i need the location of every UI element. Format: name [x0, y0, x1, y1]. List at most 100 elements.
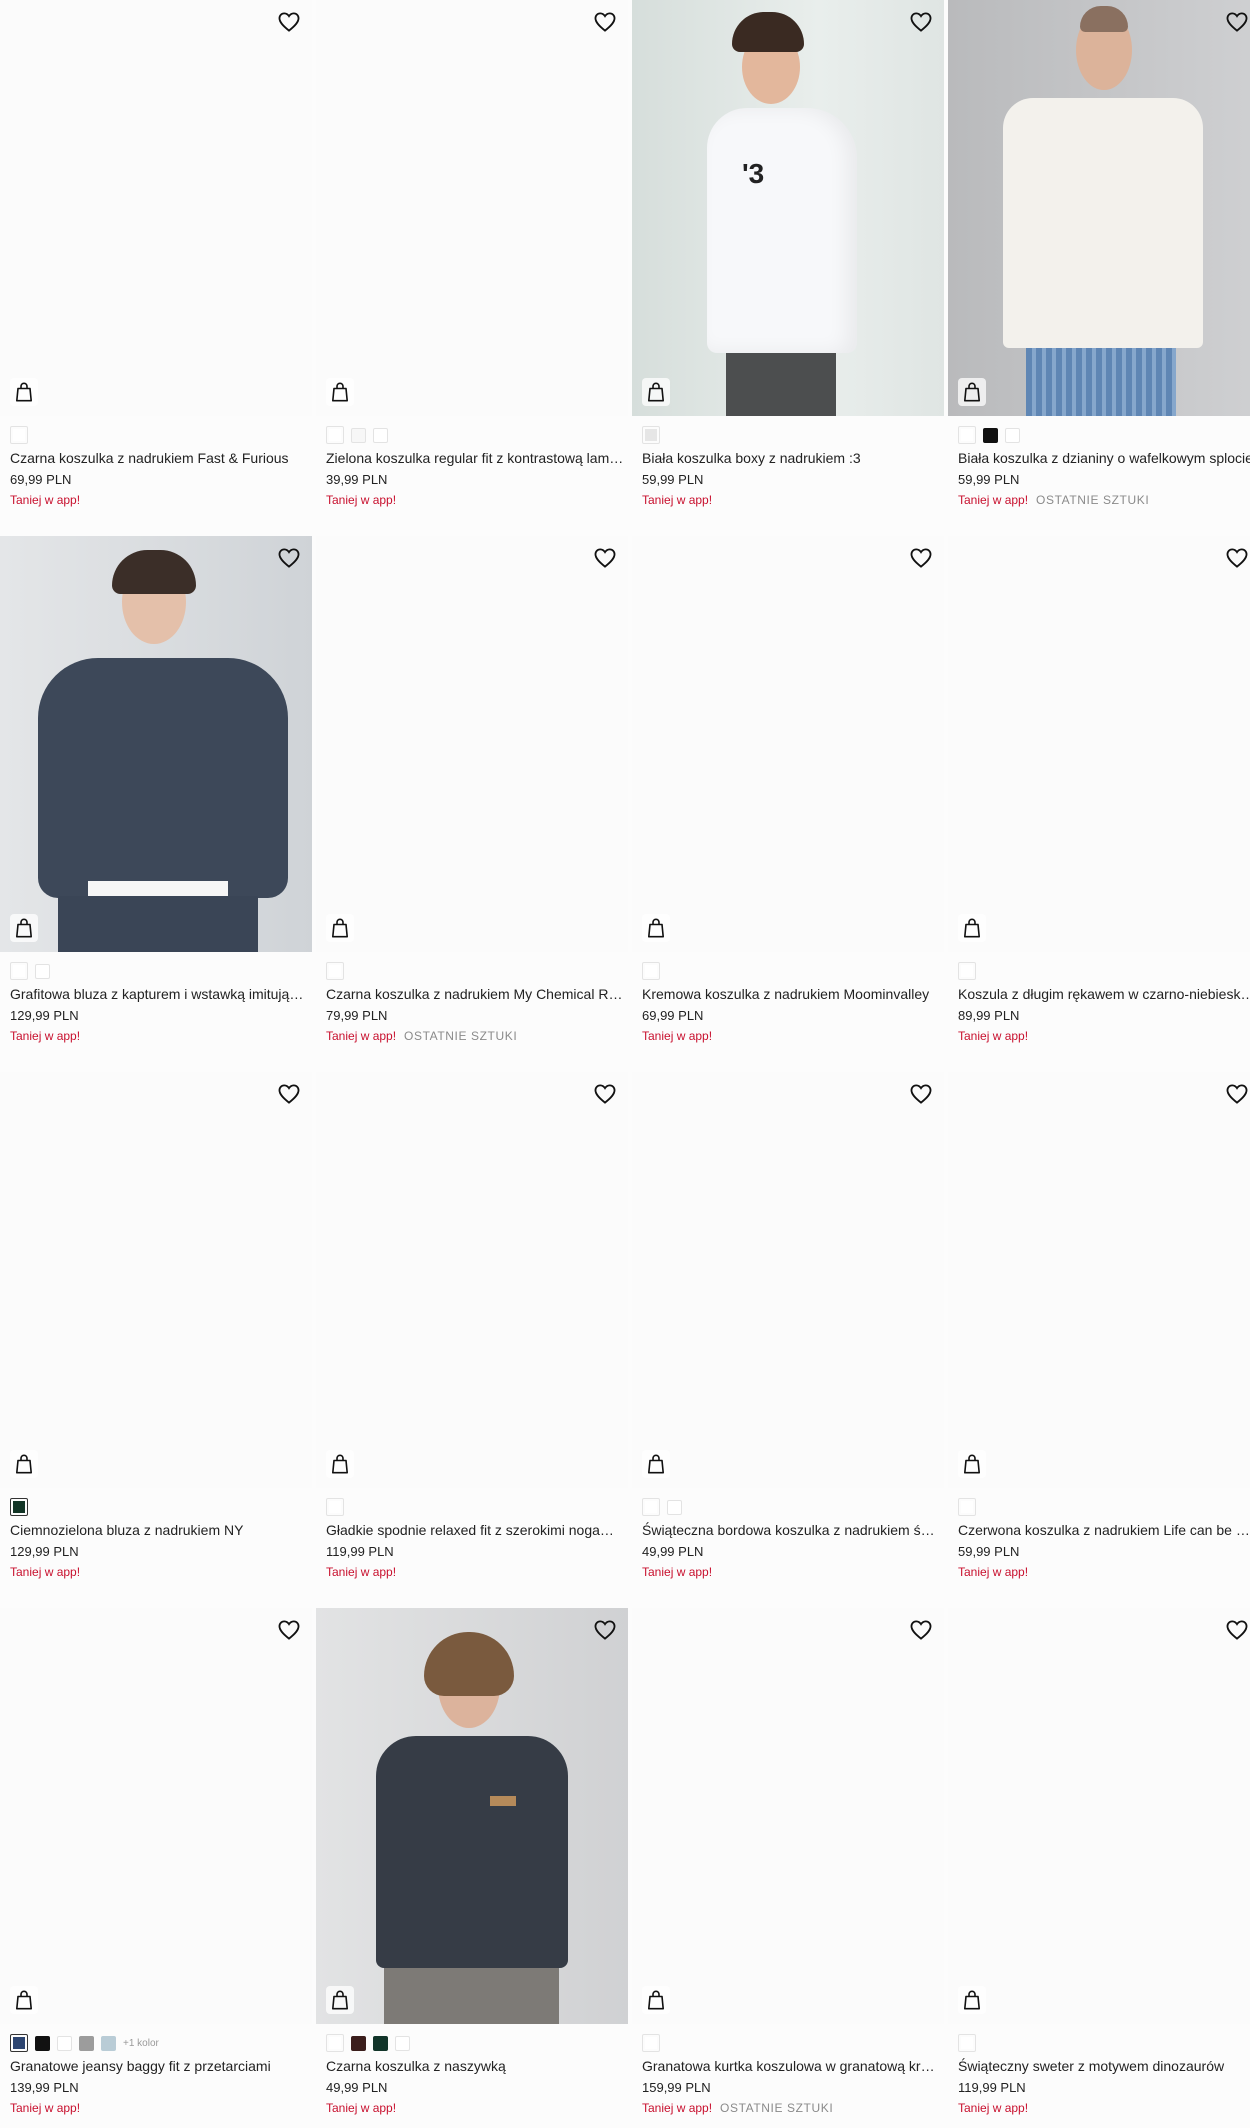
color-swatch[interactable]: [642, 962, 660, 980]
color-swatch[interactable]: [79, 2035, 94, 2051]
product-name[interactable]: Czarna koszulka z nadrukiem My Chemical …: [326, 985, 624, 1003]
product-card[interactable]: Koszula z długim rękawem w czarno-niebie…: [948, 536, 1250, 1072]
shopping-bag-icon[interactable]: [10, 1986, 38, 2014]
color-swatch[interactable]: [373, 2035, 388, 2051]
product-card[interactable]: '3 Biała koszulka boxy z nadrukiem :3 59…: [632, 0, 944, 536]
product-name[interactable]: Czerwona koszulka z nadrukiem Life can b…: [958, 1521, 1250, 1539]
product-card[interactable]: Gładkie spodnie relaxed fit z szerokimi …: [316, 1072, 628, 1608]
product-image[interactable]: [948, 1608, 1250, 2024]
shopping-bag-icon[interactable]: [958, 914, 986, 942]
product-image[interactable]: [632, 1608, 944, 2024]
product-card[interactable]: Czarna koszulka z nadrukiem Fast & Furio…: [0, 0, 312, 536]
product-image[interactable]: [0, 1608, 312, 2024]
shopping-bag-icon[interactable]: [642, 914, 670, 942]
color-swatch[interactable]: [642, 1498, 660, 1516]
product-image[interactable]: [632, 1072, 944, 1488]
product-image[interactable]: [316, 0, 628, 416]
color-swatch[interactable]: [958, 962, 976, 980]
color-swatch[interactable]: [10, 2034, 28, 2052]
product-card[interactable]: Kremowa koszulka z nadrukiem Moominvalle…: [632, 536, 944, 1072]
color-swatch[interactable]: [373, 427, 388, 443]
color-swatch[interactable]: [1005, 427, 1020, 443]
heart-icon[interactable]: [594, 1620, 616, 1640]
product-name[interactable]: Biała koszulka z dzianiny o wafelkowym s…: [958, 449, 1250, 467]
shopping-bag-icon[interactable]: [326, 1986, 354, 2014]
color-swatch[interactable]: [101, 2035, 116, 2051]
shopping-bag-icon[interactable]: [10, 378, 38, 406]
shopping-bag-icon[interactable]: [10, 914, 38, 942]
color-swatch[interactable]: [642, 2034, 660, 2052]
heart-icon[interactable]: [910, 1084, 932, 1104]
product-image[interactable]: [0, 1072, 312, 1488]
shopping-bag-icon[interactable]: [958, 1450, 986, 1478]
product-card[interactable]: Grafitowa bluza z kapturem i wstawką imi…: [0, 536, 312, 1072]
heart-icon[interactable]: [1226, 1620, 1248, 1640]
product-card[interactable]: Ciemnozielona bluza z nadrukiem NY 129,9…: [0, 1072, 312, 1608]
color-swatch[interactable]: [326, 2034, 344, 2052]
shopping-bag-icon[interactable]: [326, 1450, 354, 1478]
product-name[interactable]: Zielona koszulka regular fit z kontrasto…: [326, 449, 624, 467]
color-swatch[interactable]: [326, 962, 344, 980]
color-swatch[interactable]: [642, 426, 660, 444]
heart-icon[interactable]: [1226, 12, 1248, 32]
heart-icon[interactable]: [278, 12, 300, 32]
product-image[interactable]: [632, 536, 944, 952]
shopping-bag-icon[interactable]: [10, 1450, 38, 1478]
heart-icon[interactable]: [1226, 548, 1248, 568]
heart-icon[interactable]: [910, 548, 932, 568]
heart-icon[interactable]: [278, 548, 300, 568]
heart-icon[interactable]: [910, 12, 932, 32]
product-image[interactable]: '3: [632, 0, 944, 416]
color-swatch[interactable]: [958, 2034, 976, 2052]
product-image[interactable]: [316, 536, 628, 952]
color-swatch[interactable]: [326, 1498, 344, 1516]
color-swatch[interactable]: [10, 962, 28, 980]
heart-icon[interactable]: [594, 548, 616, 568]
product-card[interactable]: Granatowa kurtka koszulowa w granatową k…: [632, 1608, 944, 2128]
shopping-bag-icon[interactable]: [326, 914, 354, 942]
heart-icon[interactable]: [594, 12, 616, 32]
product-name[interactable]: Świąteczna bordowa koszulka z nadrukiem …: [642, 1521, 940, 1539]
product-name[interactable]: Kremowa koszulka z nadrukiem Moominvalle…: [642, 985, 940, 1003]
product-image[interactable]: [948, 1072, 1250, 1488]
product-card[interactable]: +1 kolor Granatowe jeansy baggy fit z pr…: [0, 1608, 312, 2128]
color-swatch[interactable]: [10, 1498, 28, 1516]
product-name[interactable]: Granatowe jeansy baggy fit z przetarciam…: [10, 2057, 308, 2075]
heart-icon[interactable]: [278, 1620, 300, 1640]
product-image[interactable]: [948, 0, 1250, 416]
product-name[interactable]: Koszula z długim rękawem w czarno-niebie…: [958, 985, 1250, 1003]
color-swatch[interactable]: [958, 1498, 976, 1516]
product-name[interactable]: Biała koszulka boxy z nadrukiem :3: [642, 449, 940, 467]
shopping-bag-icon[interactable]: [642, 1986, 670, 2014]
product-image[interactable]: [948, 536, 1250, 952]
product-image[interactable]: [316, 1072, 628, 1488]
color-swatch[interactable]: [351, 2035, 366, 2051]
product-card[interactable]: Świąteczny sweter z motywem dinozaurów 1…: [948, 1608, 1250, 2128]
heart-icon[interactable]: [278, 1084, 300, 1104]
product-card[interactable]: Świąteczna bordowa koszulka z nadrukiem …: [632, 1072, 944, 1608]
heart-icon[interactable]: [594, 1084, 616, 1104]
product-image[interactable]: [0, 0, 312, 416]
product-card[interactable]: Czarna koszulka z naszywką 49,99 PLN Tan…: [316, 1608, 628, 2128]
shopping-bag-icon[interactable]: [958, 1986, 986, 2014]
color-swatch[interactable]: [958, 426, 976, 444]
color-swatch[interactable]: [57, 2035, 72, 2051]
product-card[interactable]: Zielona koszulka regular fit z kontrasto…: [316, 0, 628, 536]
product-name[interactable]: Gładkie spodnie relaxed fit z szerokimi …: [326, 1521, 624, 1539]
color-swatch[interactable]: [35, 2035, 50, 2051]
color-swatch[interactable]: [983, 427, 998, 443]
product-card[interactable]: Biała koszulka z dzianiny o wafelkowym s…: [948, 0, 1250, 536]
color-swatch[interactable]: [35, 963, 50, 979]
heart-icon[interactable]: [910, 1620, 932, 1640]
product-image[interactable]: [0, 536, 312, 952]
shopping-bag-icon[interactable]: [642, 378, 670, 406]
color-swatch[interactable]: [10, 426, 28, 444]
color-swatch[interactable]: [351, 427, 366, 443]
shopping-bag-icon[interactable]: [958, 378, 986, 406]
shopping-bag-icon[interactable]: [642, 1450, 670, 1478]
product-image[interactable]: [316, 1608, 628, 2024]
product-name[interactable]: Ciemnozielona bluza z nadrukiem NY: [10, 1521, 308, 1539]
product-name[interactable]: Świąteczny sweter z motywem dinozaurów: [958, 2057, 1250, 2075]
heart-icon[interactable]: [1226, 1084, 1248, 1104]
color-swatch[interactable]: [395, 2035, 410, 2051]
